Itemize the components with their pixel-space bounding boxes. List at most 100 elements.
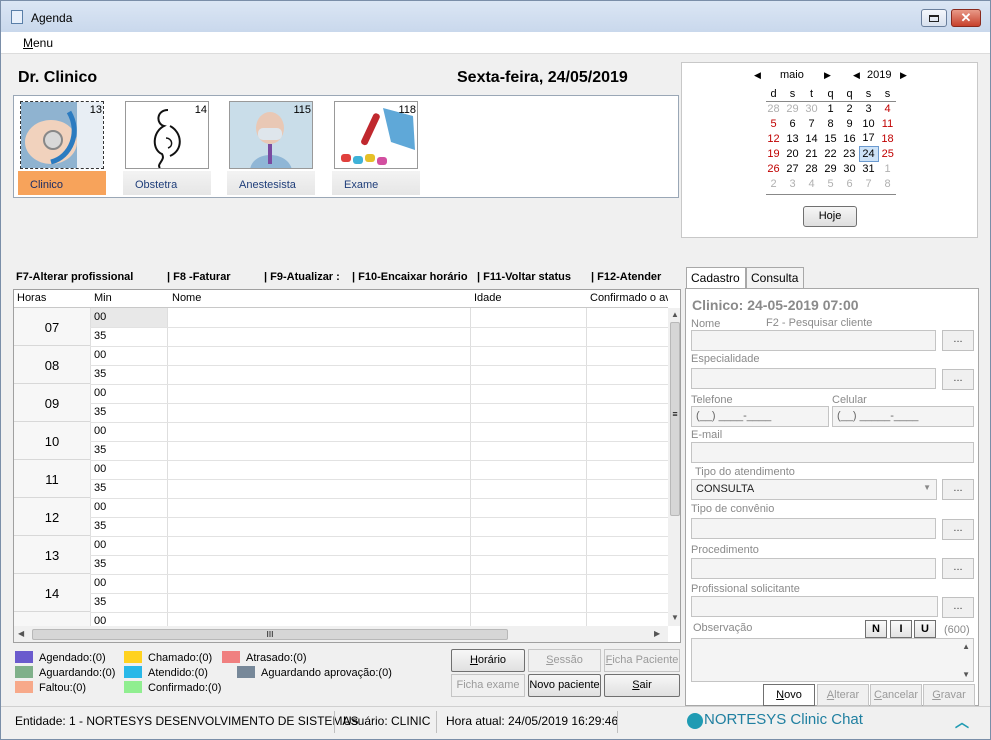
chevron-up-icon[interactable]: ︿ bbox=[955, 712, 969, 732]
scroll-right-icon[interactable]: ▶ bbox=[654, 629, 660, 638]
calendar-day[interactable]: 28 bbox=[802, 161, 821, 176]
especialidade-search-button[interactable]: ... bbox=[942, 369, 974, 390]
calendar-day[interactable]: 12 bbox=[764, 131, 783, 146]
chat-link[interactable]: NORTESYS Clinic Chat bbox=[704, 711, 863, 728]
underline-button[interactable]: U bbox=[914, 620, 936, 638]
minute-cell[interactable]: 00 bbox=[94, 387, 106, 399]
horario-button[interactable]: Horário bbox=[451, 649, 525, 672]
calendar-day[interactable]: 21 bbox=[802, 146, 821, 161]
restore-button[interactable] bbox=[921, 9, 947, 27]
calendar-day[interactable]: 29 bbox=[821, 161, 840, 176]
sair-button[interactable]: Sair bbox=[604, 674, 680, 697]
calendar-day[interactable]: 5 bbox=[764, 116, 783, 131]
tipo-atendimento-select[interactable]: CONSULTA ▼ bbox=[691, 479, 937, 500]
calendar-day[interactable]: 4 bbox=[878, 101, 897, 116]
tab-cadastro[interactable]: Cadastro bbox=[686, 267, 746, 290]
sessao-button[interactable]: Sessão bbox=[528, 649, 601, 672]
minute-cell[interactable]: 00 bbox=[94, 463, 106, 475]
calendar-day[interactable]: 18 bbox=[878, 131, 897, 146]
nome-search-button[interactable]: ... bbox=[942, 330, 974, 351]
calendar-day[interactable]: 1 bbox=[878, 161, 897, 176]
calendar-day[interactable]: 30 bbox=[802, 101, 821, 116]
column-idade[interactable]: Idade bbox=[474, 292, 502, 304]
specialty-anestesista[interactable]: 115 Anestesista bbox=[227, 99, 315, 197]
next-year-icon[interactable]: ▶ bbox=[900, 70, 907, 81]
minute-cell[interactable]: 35 bbox=[94, 444, 106, 456]
calendar-day[interactable]: 5 bbox=[821, 176, 840, 191]
minute-cell[interactable]: 35 bbox=[94, 406, 106, 418]
novo-paciente-button[interactable]: Novo paciente bbox=[528, 674, 601, 697]
calendar-day[interactable]: 9 bbox=[840, 116, 859, 131]
calendar-day[interactable]: 2 bbox=[764, 176, 783, 191]
calendar-day[interactable]: 22 bbox=[821, 146, 840, 161]
column-confirmado[interactable]: Confirmado o av bbox=[590, 292, 668, 304]
column-nome[interactable]: Nome bbox=[172, 292, 201, 304]
minute-cell[interactable]: 00 bbox=[94, 425, 106, 437]
scroll-left-icon[interactable]: ◀ bbox=[18, 629, 24, 638]
menu-item-menu[interactable]: Menu bbox=[23, 36, 53, 50]
calendar-day[interactable]: 15 bbox=[821, 131, 840, 146]
calendar-day[interactable]: 7 bbox=[802, 116, 821, 131]
calendar-day[interactable]: 30 bbox=[840, 161, 859, 176]
scroll-down-icon[interactable]: ▼ bbox=[671, 613, 679, 622]
calendar-day[interactable]: 27 bbox=[783, 161, 802, 176]
fkey-f7[interactable]: F7-Alterar profissional bbox=[16, 271, 133, 283]
specialty-exame[interactable]: 118 Exame bbox=[332, 99, 420, 197]
bold-button[interactable]: N bbox=[865, 620, 887, 638]
calendar-day[interactable]: 8 bbox=[821, 116, 840, 131]
alterar-button[interactable]: Alterar bbox=[817, 684, 869, 706]
prev-year-icon[interactable]: ◀ bbox=[853, 70, 860, 81]
tab-consulta[interactable]: Consulta bbox=[746, 267, 804, 289]
fkey-f9[interactable]: | F9-Atualizar : bbox=[264, 271, 340, 283]
calendar-day[interactable]: 3 bbox=[859, 101, 878, 116]
calendar-day[interactable]: 29 bbox=[783, 101, 802, 116]
fkey-f11[interactable]: | F11-Voltar status bbox=[477, 271, 571, 283]
horizontal-scrollbar[interactable]: ◀ III ▶ bbox=[14, 626, 668, 642]
profissional-input[interactable] bbox=[691, 596, 938, 617]
calendar-day[interactable]: 16 bbox=[840, 131, 859, 146]
calendar-day[interactable]: 28 bbox=[764, 101, 783, 116]
especialidade-input[interactable] bbox=[691, 368, 936, 389]
calendar-month[interactable]: maio bbox=[780, 69, 804, 81]
minute-cell[interactable]: 35 bbox=[94, 368, 106, 380]
fkey-f12[interactable]: | F12-Atender bbox=[591, 271, 661, 283]
minute-cell[interactable]: 00 bbox=[94, 311, 106, 323]
fkey-f10[interactable]: | F10-Encaixar horário bbox=[352, 271, 468, 283]
italic-button[interactable]: I bbox=[890, 620, 912, 638]
calendar-day[interactable]: 20 bbox=[783, 146, 802, 161]
minute-cell[interactable]: 35 bbox=[94, 520, 106, 532]
ficha-paciente-button[interactable]: Ficha Paciente bbox=[604, 649, 680, 672]
calendar-day[interactable]: 4 bbox=[802, 176, 821, 191]
procedimento-button[interactable]: ... bbox=[942, 558, 974, 579]
next-month-icon[interactable]: ▶ bbox=[824, 70, 831, 81]
ficha-exame-button[interactable]: Ficha exame bbox=[451, 674, 525, 697]
minute-cell[interactable]: 00 bbox=[94, 539, 106, 551]
schedule-grid[interactable]: Horas Min Nome Idade Confirmado o av 07 0… bbox=[13, 289, 681, 643]
minute-cell[interactable]: 00 bbox=[94, 349, 106, 361]
email-input[interactable] bbox=[691, 442, 974, 463]
cancelar-button[interactable]: Cancelar bbox=[870, 684, 922, 706]
minute-cell[interactable]: 00 bbox=[94, 577, 106, 589]
column-horas[interactable]: Horas bbox=[17, 292, 46, 304]
specialty-obstetra[interactable]: 14 Obstetra bbox=[123, 99, 211, 197]
specialty-clinico[interactable]: 13 Clinico bbox=[18, 99, 106, 197]
today-button[interactable]: Hoje bbox=[803, 206, 857, 227]
vertical-scrollbar[interactable]: ▲ ≡ ▼ bbox=[668, 308, 680, 626]
telefone-input[interactable]: (__) ____-____ bbox=[691, 406, 829, 427]
calendar-day[interactable]: 3 bbox=[783, 176, 802, 191]
calendar-day[interactable]: 31 bbox=[859, 161, 878, 176]
tipo-atendimento-button[interactable]: ... bbox=[942, 479, 974, 500]
minute-cell[interactable]: 35 bbox=[94, 330, 106, 342]
calendar-year[interactable]: 2019 bbox=[867, 69, 891, 81]
scroll-up-icon[interactable]: ▲ bbox=[962, 642, 970, 651]
calendar-day[interactable]: 23 bbox=[840, 146, 859, 161]
calendar-day[interactable]: 11 bbox=[878, 116, 897, 131]
calendar-day[interactable]: 1 bbox=[821, 101, 840, 116]
minute-cell[interactable]: 00 bbox=[94, 501, 106, 513]
profissional-button[interactable]: ... bbox=[942, 597, 974, 618]
gravar-button[interactable]: Gravar bbox=[923, 684, 975, 706]
minute-cell[interactable]: 35 bbox=[94, 558, 106, 570]
scroll-down-icon[interactable]: ▼ bbox=[962, 670, 970, 679]
calendar-day[interactable]: 8 bbox=[878, 176, 897, 191]
horizontal-scroll-thumb[interactable]: III bbox=[32, 629, 508, 640]
